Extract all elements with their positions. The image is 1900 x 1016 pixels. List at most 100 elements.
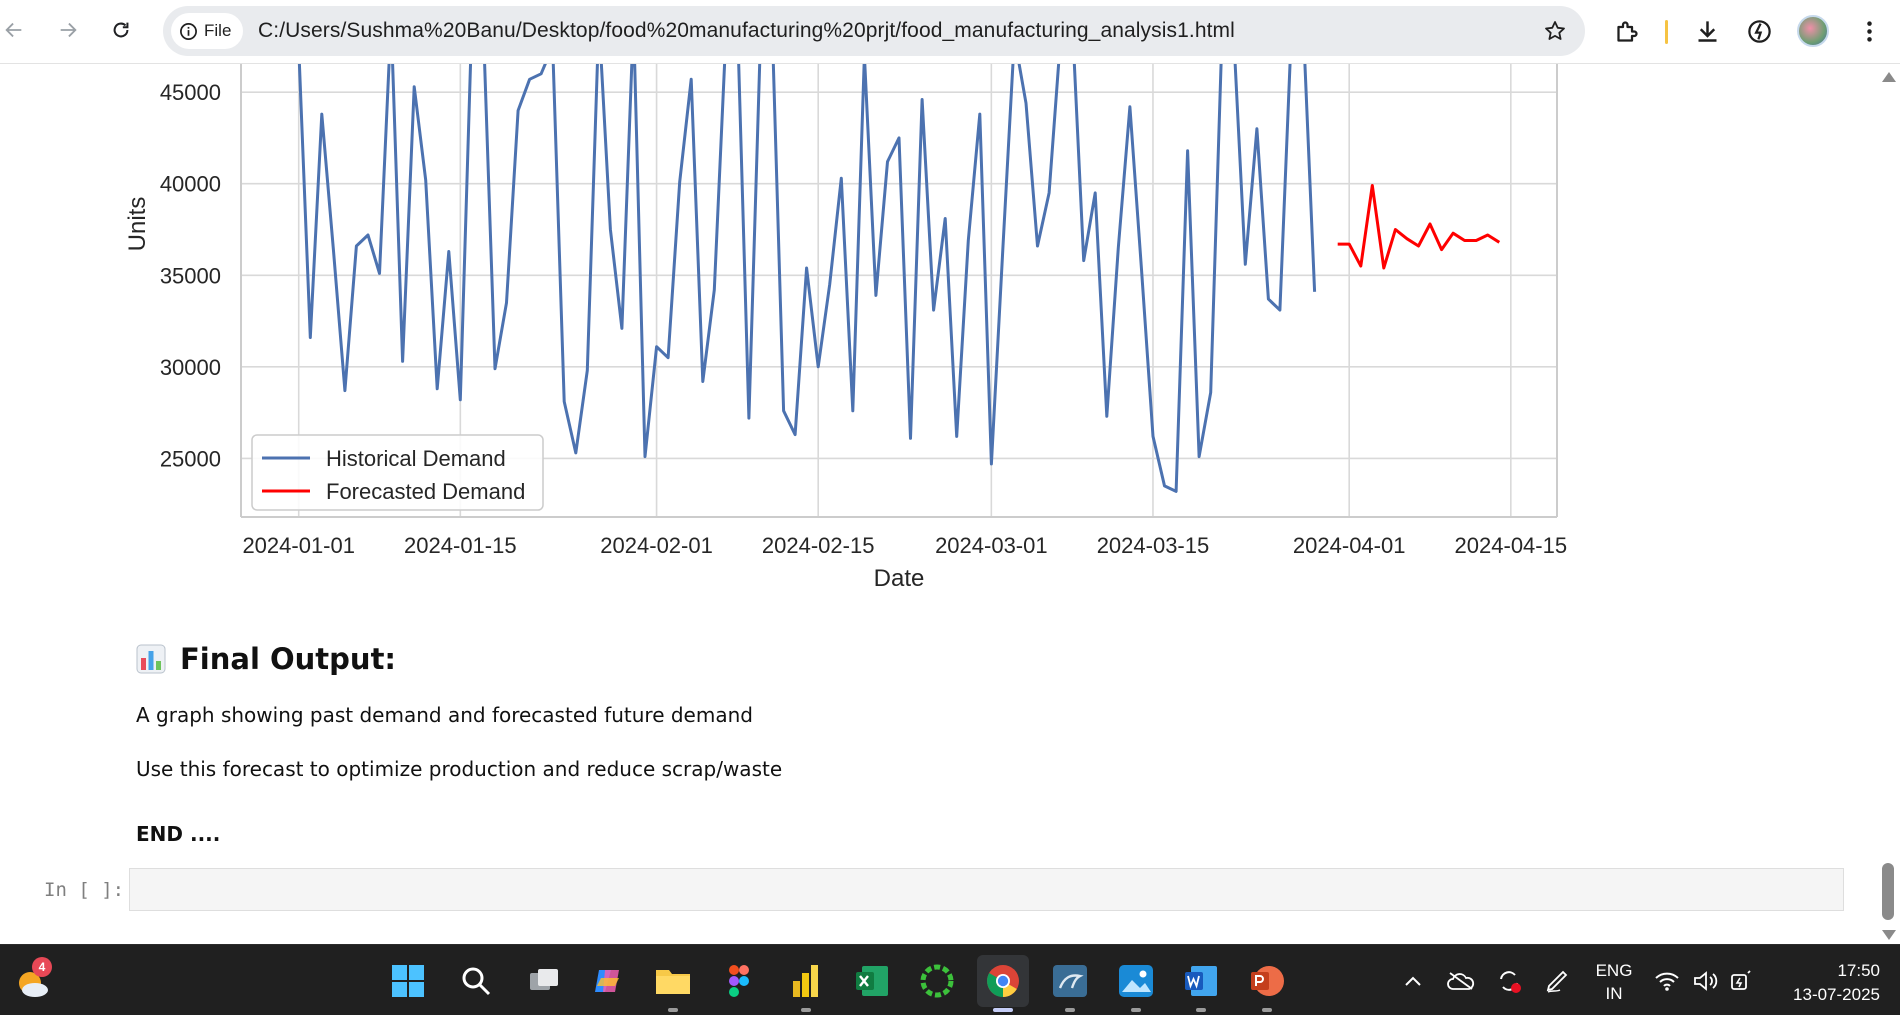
chrome-icon: [987, 965, 1019, 997]
security-chip-label: File: [204, 21, 232, 40]
heading-text: Final Output:: [180, 642, 397, 676]
active-indicator: [993, 1008, 1013, 1012]
search-icon: [462, 967, 491, 996]
pen-tray[interactable]: [1540, 945, 1574, 1016]
notification-badge: 4: [32, 957, 52, 977]
search-button[interactable]: [450, 955, 502, 1007]
bookmark-star-icon[interactable]: [1543, 19, 1567, 43]
running-indicator: [1065, 1008, 1075, 1012]
language-code: ENG: [1595, 961, 1633, 980]
show-hidden-icons-button[interactable]: [1398, 945, 1428, 1016]
figma-app[interactable]: [713, 955, 765, 1007]
volume-tray[interactable]: [1690, 945, 1720, 1016]
battery-tray[interactable]: [1726, 945, 1756, 1016]
description-paragraph-1: A graph showing past demand and forecast…: [136, 703, 753, 727]
x-tick-label: 2024-04-01: [1293, 533, 1406, 558]
scroll-thumb[interactable]: [1882, 863, 1894, 920]
address-bar[interactable]: File C:/Users/Sushma%20Banu/Desktop/food…: [163, 6, 1585, 56]
start-button[interactable]: [382, 955, 434, 1007]
word-app[interactable]: [1175, 955, 1227, 1012]
copilot-app[interactable]: [582, 955, 634, 1007]
clock-time: 17:50: [1837, 961, 1880, 980]
download-icon: [1698, 20, 1716, 42]
wifi-tray[interactable]: [1652, 945, 1682, 1016]
toolbar-separator: [1665, 20, 1668, 44]
legend-label: Historical Demand: [326, 446, 506, 471]
kebab-menu-icon: [1866, 20, 1872, 42]
demand-forecast-chart: 2024-01-01 2024-01-15 2024-02-01 2024-02-15…: [124, 64, 1567, 592]
y-tick-label: 30000: [160, 355, 221, 380]
task-view-button[interactable]: [518, 955, 570, 1007]
code-cell-input[interactable]: [129, 868, 1844, 911]
url-text[interactable]: C:/Users/Sushma%20Banu/Desktop/food%20ma…: [258, 6, 1235, 56]
browser-toolbar: File C:/Users/Sushma%20Banu/Desktop/food…: [0, 0, 1900, 64]
sync-tray[interactable]: [1492, 945, 1526, 1016]
power-bi-app[interactable]: [780, 955, 832, 1012]
loading-app[interactable]: [911, 955, 963, 1007]
language-indicator[interactable]: ENG IN: [1592, 959, 1636, 1005]
battery-charging-icon: [1731, 969, 1751, 990]
speaker-icon: [1694, 970, 1718, 991]
excel-icon: [856, 966, 888, 996]
extensions-button[interactable]: [1610, 14, 1644, 48]
site-info-chip[interactable]: File: [171, 13, 244, 49]
running-indicator: [1196, 1008, 1206, 1012]
x-tick-label: 2024-01-01: [242, 533, 355, 558]
notebook-page: 2024-01-01 2024-01-15 2024-02-01 2024-02-15…: [0, 64, 1900, 944]
page-scrollbar[interactable]: [1876, 64, 1900, 944]
reload-icon: [113, 22, 129, 38]
sync-icon: [1500, 970, 1521, 993]
powerpoint-app[interactable]: [1241, 955, 1293, 1012]
scroll-down-arrow[interactable]: [1882, 930, 1896, 940]
x-tick-label: 2024-02-15: [762, 533, 875, 558]
description-paragraph-2: Use this forecast to optimize production…: [136, 757, 783, 781]
mysql-workbench-app[interactable]: [1044, 955, 1096, 1012]
back-button[interactable]: [0, 10, 34, 50]
running-indicator: [1131, 1008, 1141, 1012]
file-explorer-app[interactable]: [647, 955, 699, 1012]
x-axis-label: Date: [874, 565, 925, 592]
chart-legend: Historical Demand Forecasted Demand: [251, 434, 544, 511]
running-indicator: [668, 1008, 678, 1012]
arrow-right-icon: [60, 22, 77, 38]
profile-avatar[interactable]: [1797, 15, 1829, 47]
word-icon: [1185, 966, 1217, 996]
system-clock[interactable]: 17:50 13-07-2025: [1770, 959, 1880, 1007]
puzzle-icon: [1616, 20, 1638, 42]
forward-button[interactable]: [48, 10, 88, 50]
chevron-up-icon: [1405, 976, 1421, 986]
forecasted-demand-line: [1337, 184, 1501, 270]
downloads-button[interactable]: [1690, 14, 1724, 48]
x-tick-label: 2024-01-15: [404, 533, 517, 558]
photos-app[interactable]: [1110, 955, 1162, 1012]
reload-button[interactable]: [101, 10, 141, 50]
y-axis-label: Units: [124, 197, 151, 252]
mysql-dolphin-icon: [1053, 965, 1087, 997]
end-text: END ....: [136, 822, 221, 846]
power-bi-icon: [793, 965, 818, 997]
copilot-icon: [595, 970, 619, 992]
x-tick-label: 2024-03-01: [935, 533, 1048, 558]
folder-icon: [656, 970, 690, 994]
powerpoint-icon: [1251, 966, 1284, 996]
x-tick-label: 2024-02-01: [600, 533, 713, 558]
y-tick-label: 40000: [160, 172, 221, 197]
legend-label: Forecasted Demand: [326, 479, 525, 504]
arrow-left-icon: [5, 22, 22, 38]
cloud-offline-icon: [1447, 971, 1475, 990]
speed-icon: [1747, 19, 1771, 43]
running-indicator: [801, 1008, 811, 1012]
scroll-up-arrow[interactable]: [1882, 72, 1896, 82]
excel-app[interactable]: [846, 955, 898, 1007]
browser-menu-button[interactable]: [1852, 14, 1886, 48]
historical-demand-line: [297, 64, 1317, 493]
pen-icon: [1546, 970, 1568, 993]
wifi-icon: [1655, 972, 1679, 991]
onedrive-tray[interactable]: [1444, 945, 1478, 1016]
windows-logo-icon: [392, 965, 424, 997]
task-view-icon: [530, 969, 558, 990]
final-output-heading: Final Output:: [136, 642, 396, 676]
chrome-app[interactable]: [977, 955, 1029, 1012]
performance-button[interactable]: [1742, 14, 1776, 48]
y-tick-label: 45000: [160, 80, 221, 105]
